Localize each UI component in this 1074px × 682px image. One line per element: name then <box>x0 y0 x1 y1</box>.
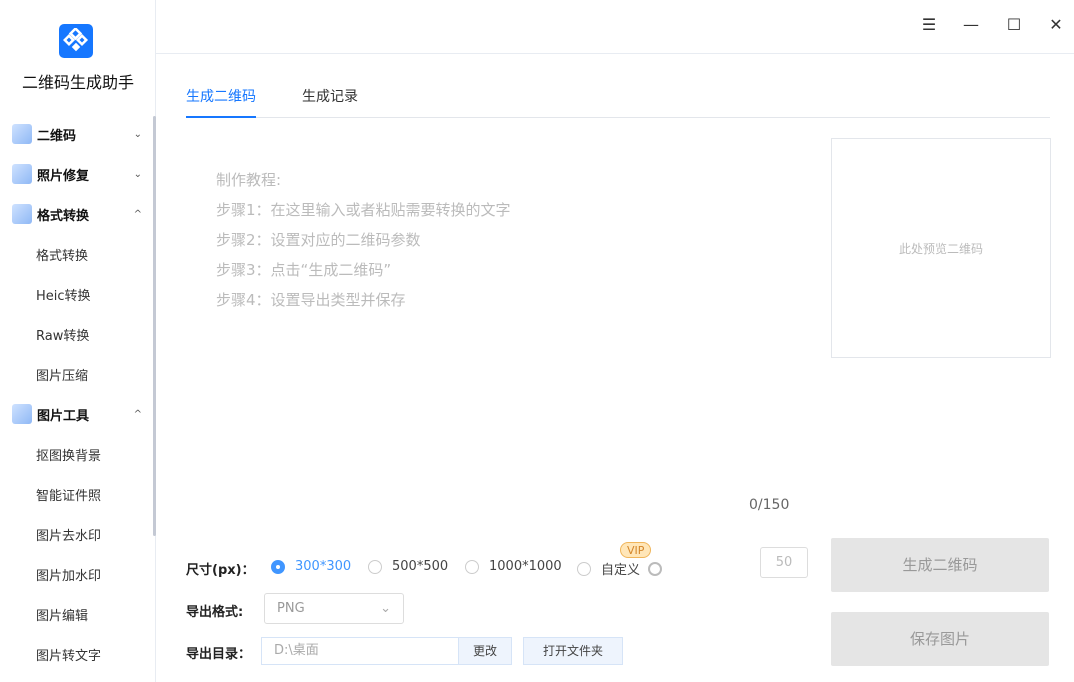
tutorial-line: 步骤4：设置导出类型并保存 <box>216 291 406 309</box>
title-bar: ☰ — ☐ ✕ <box>156 0 1074 54</box>
radio-label: 500*500 <box>392 559 449 574</box>
size-label: 尺寸(px)： <box>186 563 255 578</box>
chevron-down-icon: ⌄ <box>133 128 142 140</box>
tutorial-line: 步骤2：设置对应的二维码参数 <box>216 231 421 249</box>
format-value: PNG <box>277 601 305 616</box>
image-icon <box>12 404 32 424</box>
directory-input[interactable]: D:\桌面 <box>261 637 459 665</box>
generate-qr-button[interactable]: 生成二维码 <box>831 538 1049 592</box>
chevron-up-icon: ^ <box>133 408 142 420</box>
sidebar-group-photo-repair[interactable]: 照片修复 ⌄ <box>0 154 156 194</box>
group-label: 二维码 <box>37 128 77 144</box>
sidebar-item-image-edit[interactable]: 图片编辑 <box>0 594 156 634</box>
directory-label: 导出目录： <box>186 647 252 662</box>
sidebar-item-id-photo[interactable]: 智能证件照 <box>0 474 156 514</box>
sidebar-item-ocr[interactable]: 图片转文字 <box>0 634 156 674</box>
sidebar-item-cutout[interactable]: 抠图换背景 <box>0 434 156 474</box>
maximize-button[interactable]: ☐ <box>1003 14 1025 36</box>
sidebar-item-remove-watermark[interactable]: 图片去水印 <box>0 514 156 554</box>
sidebar-scrollbar[interactable] <box>153 116 156 536</box>
radio-icon <box>577 561 591 576</box>
tab-bar: 生成二维码 生成记录 <box>186 80 1050 118</box>
open-folder-button[interactable]: 打开文件夹 <box>523 637 623 665</box>
size-radio-1000[interactable]: 1000*1000 <box>465 559 562 574</box>
magic-wand-icon <box>12 164 32 184</box>
radio-icon <box>368 559 382 574</box>
size-radio-500[interactable]: 500*500 <box>368 559 448 574</box>
minimize-button[interactable]: — <box>960 14 982 36</box>
group-label: 格式转换 <box>37 208 90 224</box>
text-input[interactable]: 制作教程: 步骤1：在这里输入或者粘贴需要转换的文字 步骤2：设置对应的二维码参… <box>186 140 812 520</box>
sidebar-group-format-convert[interactable]: 格式转换 ^ <box>0 194 156 234</box>
format-label: 导出格式: <box>186 605 244 620</box>
chevron-down-icon: ⌄ <box>380 601 391 616</box>
sidebar-nav: 二维码 ⌄ 照片修复 ⌄ 格式转换 ^ 格式转换 Heic转换 Raw转换 图片压缩 … <box>0 114 156 674</box>
radio-label: 300*300 <box>295 559 352 574</box>
radio-icon <box>271 559 285 574</box>
radio-icon <box>465 559 479 574</box>
refresh-icon <box>12 204 32 224</box>
sidebar-group-qrcode[interactable]: 二维码 ⌄ <box>0 114 156 154</box>
char-count: 0/150 <box>749 497 790 513</box>
tutorial-line: 步骤1：在这里输入或者粘贴需要转换的文字 <box>216 201 511 219</box>
radio-label: 自定义 <box>601 563 641 578</box>
sidebar-item-format-convert[interactable]: 格式转换 <box>0 234 156 274</box>
app-logo-icon <box>59 24 93 58</box>
chevron-down-icon: ⌄ <box>133 168 142 180</box>
sidebar-item-compress[interactable]: 图片压缩 <box>0 354 156 394</box>
close-button[interactable]: ✕ <box>1045 14 1067 36</box>
sidebar-item-raw[interactable]: Raw转换 <box>0 314 156 354</box>
preview-placeholder: 此处预览二维码 <box>898 241 983 256</box>
qr-preview: 此处预览二维码 <box>831 138 1051 358</box>
loading-circle-icon <box>648 561 663 576</box>
radio-label: 1000*1000 <box>489 559 562 574</box>
tutorial-line: 制作教程: <box>216 171 282 189</box>
change-directory-button[interactable]: 更改 <box>458 637 512 665</box>
sidebar: 二维码生成助手 二维码 ⌄ 照片修复 ⌄ 格式转换 ^ 格式转换 Heic转换 Raw… <box>0 0 156 682</box>
group-label: 照片修复 <box>37 168 90 184</box>
size-radio-custom[interactable]: 自定义 <box>577 559 663 578</box>
sidebar-item-add-watermark[interactable]: 图片加水印 <box>0 554 156 594</box>
vip-badge: VIP <box>620 542 652 558</box>
menu-icon[interactable]: ☰ <box>918 14 940 36</box>
tab-generate[interactable]: 生成二维码 <box>186 86 256 118</box>
app-title: 二维码生成助手 <box>21 73 134 92</box>
save-image-button[interactable]: 保存图片 <box>831 612 1049 666</box>
chevron-up-icon: ^ <box>133 208 142 220</box>
sidebar-item-heic[interactable]: Heic转换 <box>0 274 156 314</box>
format-select[interactable]: PNG ⌄ <box>264 593 404 624</box>
custom-size-input[interactable]: 50 <box>760 547 808 578</box>
group-label: 图片工具 <box>37 408 90 424</box>
qrcode-icon <box>12 124 32 144</box>
sidebar-group-image-tools[interactable]: 图片工具 ^ <box>0 394 156 434</box>
size-radio-300[interactable]: 300*300 <box>271 559 351 574</box>
tab-history[interactable]: 生成记录 <box>302 86 358 118</box>
tutorial-line: 步骤3：点击“生成二维码” <box>216 261 392 279</box>
